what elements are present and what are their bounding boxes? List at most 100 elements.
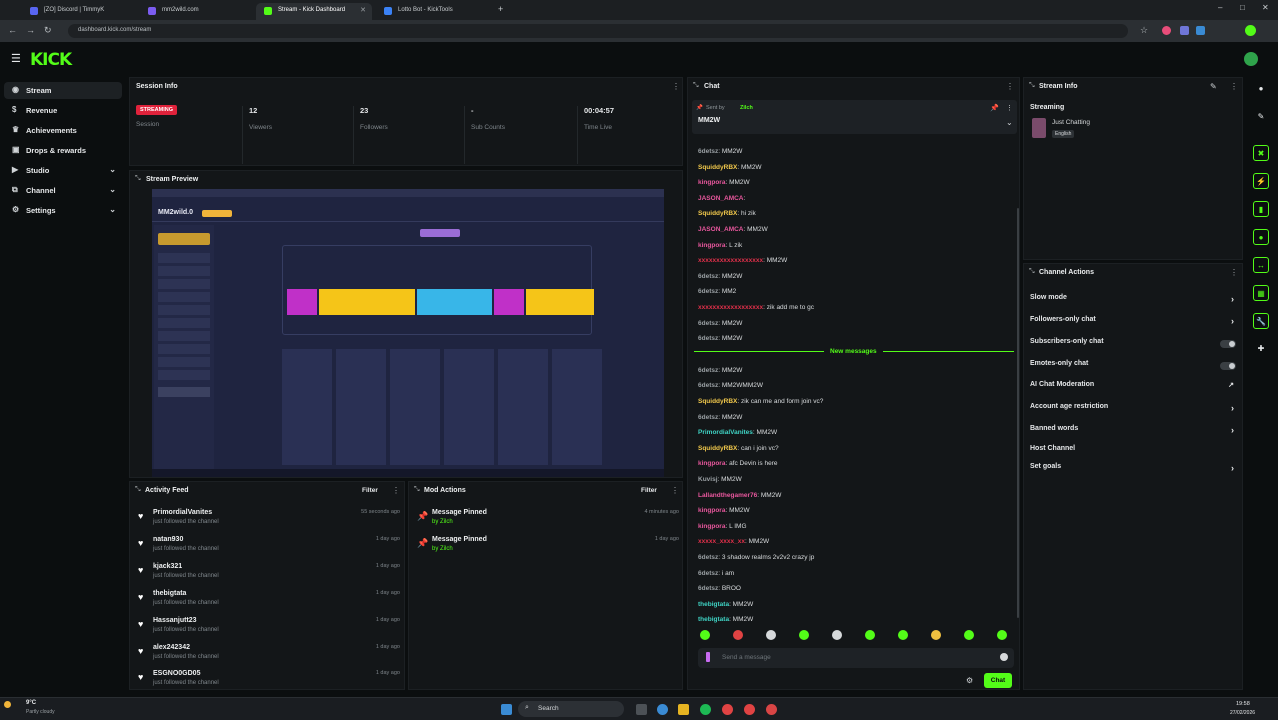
chat-message[interactable]: 6detsz: MM2W bbox=[698, 320, 742, 327]
chat-message[interactable]: 6detsz: MM2 bbox=[698, 288, 736, 295]
chat-message[interactable]: xxxxxxxxxxxxxxxxxx: zik add me to gc bbox=[698, 304, 814, 311]
sidebar-item-settings[interactable]: ⚙ Settings ⌄ bbox=[4, 202, 122, 219]
emote-icon[interactable] bbox=[799, 630, 809, 640]
chat-username[interactable]: JASON_AMCA bbox=[698, 195, 744, 202]
chat-username[interactable]: kingpora bbox=[698, 523, 725, 530]
pin-icon[interactable]: 📌 bbox=[990, 104, 999, 112]
emote-icon[interactable] bbox=[733, 630, 743, 640]
ai-moderation-option[interactable]: AI Chat Moderation ↗ bbox=[1030, 381, 1240, 397]
chrome-icon[interactable] bbox=[744, 704, 755, 715]
spotify-icon[interactable] bbox=[700, 704, 711, 715]
followers-only-option[interactable]: Followers-only chat › bbox=[1030, 316, 1240, 332]
bookmark-star-icon[interactable]: ☆ bbox=[1140, 25, 1148, 36]
chat-message[interactable]: 6detsz: MM2W bbox=[698, 367, 742, 374]
chat-username[interactable]: 6detsz bbox=[698, 414, 718, 421]
chat-scrollbar[interactable] bbox=[1017, 208, 1019, 618]
chat-username[interactable]: SquiddyRBX bbox=[698, 164, 737, 171]
windows-start-icon[interactable] bbox=[501, 704, 512, 715]
follower-name[interactable]: natan930 bbox=[153, 536, 183, 543]
chat-username[interactable]: SquiddyRBX bbox=[698, 210, 737, 217]
chat-message[interactable]: 6detsz: 3 shadow realms 2v2v2 crazy jp bbox=[698, 554, 814, 561]
emote-icon[interactable] bbox=[898, 630, 908, 640]
chat-username[interactable]: kingpora bbox=[698, 460, 725, 467]
send-chat-button[interactable]: Chat bbox=[984, 673, 1012, 688]
filter-button[interactable]: Filter bbox=[641, 487, 657, 494]
stream-video[interactable]: MM2wild.0 bbox=[152, 189, 664, 477]
chat-username[interactable]: xxxxxxxxxxxxxxxxxx bbox=[698, 304, 763, 311]
chat-username[interactable]: 6detsz bbox=[698, 273, 718, 280]
mod-action-by[interactable]: by Zilch bbox=[432, 519, 453, 525]
mod-action-by[interactable]: by Zilch bbox=[432, 546, 453, 552]
chat-message[interactable]: SquiddyRBX: can i join vc? bbox=[698, 445, 779, 452]
chat-username[interactable]: 6detsz bbox=[698, 367, 718, 374]
task-view-icon[interactable] bbox=[636, 704, 647, 715]
sidebar-item-stream[interactable]: ◉ Stream bbox=[4, 82, 122, 99]
collapse-icon[interactable]: ⤡ bbox=[135, 175, 141, 183]
chat-username[interactable]: Kuvisj bbox=[698, 476, 718, 483]
chat-message[interactable]: Lallandthegamer76: MM2W bbox=[698, 492, 781, 499]
more-options-icon[interactable]: ⋮ bbox=[1006, 104, 1013, 112]
chrome-icon[interactable] bbox=[722, 704, 733, 715]
add-widget-icon[interactable]: ✚ bbox=[1253, 341, 1269, 357]
chat-message[interactable]: 6detsz: MM2W bbox=[698, 335, 742, 342]
chat-message[interactable]: kingpora: MM2W bbox=[698, 507, 750, 514]
sidebar-item-studio[interactable]: ▶ Studio ⌄ bbox=[4, 162, 122, 179]
chat-message[interactable]: JASON_AMCA: bbox=[698, 195, 745, 202]
chat-message[interactable]: JASON_AMCA: MM2W bbox=[698, 226, 768, 233]
follower-name[interactable]: alex242342 bbox=[153, 644, 190, 651]
pinned-message[interactable]: 📌 Sent by Zilch MM2W 📌 ⋮ ⌄ bbox=[692, 100, 1017, 134]
collapse-icon[interactable]: ⤡ bbox=[1029, 82, 1035, 90]
more-options-icon[interactable]: ⋮ bbox=[671, 486, 679, 495]
emoji-icon[interactable] bbox=[1000, 653, 1008, 661]
emote-icon[interactable] bbox=[832, 630, 842, 640]
collapse-icon[interactable]: ⤡ bbox=[693, 82, 699, 90]
slow-mode-option[interactable]: Slow mode › bbox=[1030, 294, 1240, 310]
pinned-user[interactable]: Zilch bbox=[740, 105, 753, 111]
chat-username[interactable]: SquiddyRBX bbox=[698, 445, 737, 452]
chat-username[interactable]: 6detsz bbox=[698, 148, 718, 155]
edit-pencil-icon[interactable]: ✎ bbox=[1253, 109, 1269, 125]
extension-icon[interactable] bbox=[1162, 26, 1171, 35]
chat-username[interactable]: xxxxx_xxxx_xx bbox=[698, 538, 745, 545]
emote-icon[interactable] bbox=[700, 630, 710, 640]
chat-message[interactable]: xxxxx_xxxx_xx: MM2W bbox=[698, 538, 769, 545]
new-tab-icon[interactable]: + bbox=[498, 4, 503, 14]
sidebar-item-drops[interactable]: ▣ Drops & rewards bbox=[4, 142, 122, 159]
hamburger-menu-icon[interactable]: ☰ bbox=[11, 52, 21, 65]
url-input[interactable]: dashboard.kick.com/stream bbox=[68, 24, 1128, 38]
sidebar-item-channel[interactable]: ⧉ Channel ⌄ bbox=[4, 182, 122, 199]
chat-message[interactable]: 6detsz: MM2W bbox=[698, 148, 742, 155]
more-options-icon[interactable]: ⋮ bbox=[392, 486, 400, 495]
chat-username[interactable]: 6detsz bbox=[698, 335, 718, 342]
collapse-icon[interactable]: ⤡ bbox=[1029, 268, 1035, 276]
lightning-icon[interactable]: ⚡ bbox=[1253, 173, 1269, 189]
emote-icon[interactable] bbox=[964, 630, 974, 640]
set-goals-option[interactable]: Set goals › bbox=[1030, 463, 1240, 479]
user-avatar[interactable] bbox=[1244, 52, 1258, 66]
clock-date[interactable]: 27/02/2026 bbox=[1230, 710, 1255, 716]
browser-tab[interactable]: Lotto Bot - KickTools bbox=[376, 3, 492, 20]
chat-message[interactable]: thebigtata: MM2W bbox=[698, 616, 753, 623]
layout-icon[interactable]: ▦ bbox=[1253, 285, 1269, 301]
taskbar-search[interactable]: ⌕ Search bbox=[518, 701, 624, 717]
chat-username[interactable]: Lallandthegamer76 bbox=[698, 492, 757, 499]
more-options-icon[interactable]: ⋮ bbox=[1230, 268, 1238, 277]
chat-message[interactable]: 6detsz: i am bbox=[698, 570, 734, 577]
emotes-only-toggle[interactable] bbox=[1220, 362, 1236, 370]
chat-username[interactable]: thebigtata bbox=[698, 601, 729, 608]
ban-icon[interactable]: ✖ bbox=[1253, 145, 1269, 161]
chat-username[interactable]: SquiddyRBX bbox=[698, 398, 737, 405]
browser-tab-active[interactable]: Stream - Kick Dashboard ✕ bbox=[256, 3, 372, 20]
chat-message[interactable]: SquiddyRBX: zik can me and form join vc? bbox=[698, 398, 823, 405]
stream-category[interactable]: Just Chatting bbox=[1052, 119, 1090, 126]
chat-message[interactable]: 6detsz: MM2W bbox=[698, 414, 742, 421]
chat-message[interactable]: 6detsz: BROO bbox=[698, 585, 741, 592]
more-options-icon[interactable]: ⋮ bbox=[1006, 82, 1014, 91]
collapse-icon[interactable]: ⤡ bbox=[135, 486, 141, 494]
chat-message[interactable]: thebigtata: MM2W bbox=[698, 601, 753, 608]
chat-username[interactable]: xxxxxxxxxxxxxxxxxx bbox=[698, 257, 763, 264]
chat-message[interactable]: kingpora: MM2W bbox=[698, 179, 750, 186]
chat-message[interactable]: kingpora: afc Devin is here bbox=[698, 460, 777, 467]
reload-icon[interactable]: ↻ bbox=[44, 25, 52, 36]
chat-message[interactable]: SquiddyRBX: hi zik bbox=[698, 210, 756, 217]
